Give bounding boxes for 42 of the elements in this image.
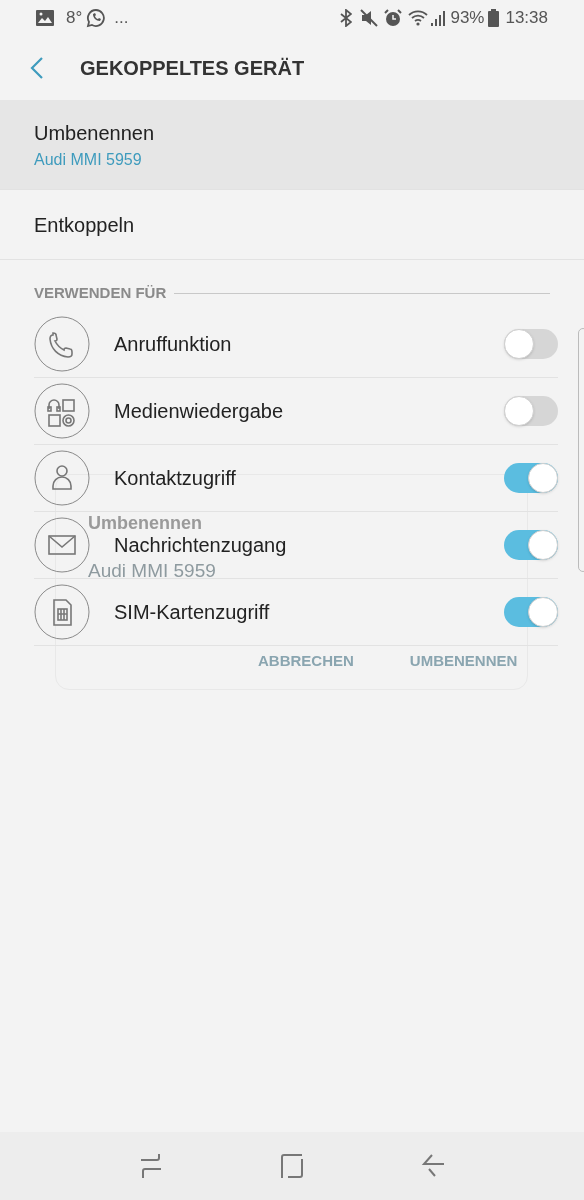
dialog-button[interactable]: UMBENENNEN: [401, 650, 526, 673]
toggle-switch[interactable]: [504, 328, 558, 359]
back-arrow-icon: [421, 1153, 446, 1179]
media-icon: [34, 382, 90, 439]
profile-label: Anruffunktion: [114, 331, 233, 357]
image-icon: [36, 10, 54, 26]
envelope-icon: [34, 516, 90, 573]
toggle-switch[interactable]: [504, 529, 558, 560]
device-name: Audi MMI 5959: [34, 149, 143, 170]
profile-label: Nachrichtenzugang: [114, 532, 288, 558]
sim-card-icon: [34, 583, 90, 640]
person-icon: [34, 449, 90, 506]
profile-label: Medienwiedergabe: [114, 398, 284, 424]
recents-icon: [138, 1153, 163, 1179]
dialog-button[interactable]: ABBRECHEN: [250, 650, 362, 673]
battery-percent: 93%: [450, 7, 485, 30]
clock: 13:38: [505, 7, 548, 30]
menu-item-label: Entkoppeln: [34, 212, 136, 238]
phone-icon: [34, 315, 90, 372]
mute-icon: [360, 9, 379, 27]
battery-icon: [488, 9, 500, 27]
wifi-icon: [408, 9, 429, 27]
alarm-icon: [384, 9, 403, 27]
toggle-switch[interactable]: [504, 462, 558, 493]
chat-icon: [86, 8, 107, 28]
profile-label: SIM-Kartenzugriff: [114, 599, 271, 625]
dialog-title: Umbenennen: [88, 512, 202, 535]
menu-item[interactable]: Entkoppeln: [0, 190, 584, 260]
home-icon: [280, 1153, 304, 1179]
page-title: GEKOPPELTES GERÄT: [80, 56, 305, 81]
section-header: VERWENDEN FÜR: [34, 283, 167, 303]
menu-item[interactable]: Umbenennen Audi MMI 5959: [0, 100, 584, 190]
more-notifications: ...: [114, 7, 129, 30]
signal-icon: [430, 9, 447, 27]
name-field[interactable]: Audi MMI 5959: [88, 557, 216, 586]
back-icon: [30, 56, 44, 80]
menu-item-label: Umbenennen: [34, 120, 156, 146]
profile-label: Kontaktzugriff: [114, 465, 237, 491]
toggle-switch[interactable]: [504, 596, 558, 627]
bluetooth-icon: [340, 9, 353, 27]
toggle-switch[interactable]: [504, 395, 558, 426]
temperature: 8°: [66, 7, 83, 30]
